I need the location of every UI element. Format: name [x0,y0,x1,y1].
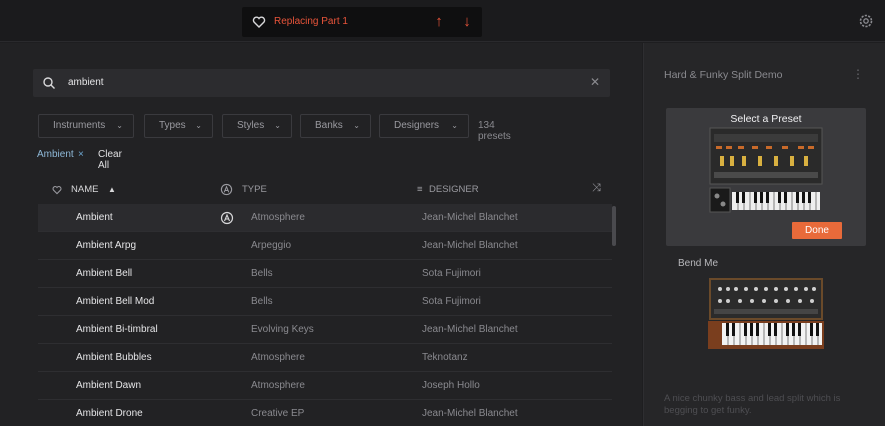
synth-image [708,278,824,349]
done-button[interactable]: Done [792,222,842,239]
table-row[interactable]: Ambient Drone Creative EP Jean-Michel Bl… [38,400,612,426]
filter-styles[interactable]: Styles ⌄ [222,114,292,138]
column-designer[interactable]: DESIGNER [429,184,479,195]
table-row[interactable]: Ambient Bubbles Atmosphere Teknotanz [38,344,612,372]
table-row[interactable]: Ambient Bell Mod Bells Sota Fujimori [38,288,612,316]
column-name[interactable]: NAME [71,184,98,195]
arturia-icon[interactable] [220,183,233,196]
search-icon [43,77,55,89]
search-value: ambient [68,77,104,88]
preset-browser: ambient ✕ Instruments ⌄ Types ⌄ Styles ⌄ Ba… [0,43,642,426]
table-header: NAME ▲ TYPE ≡ DESIGNER ⤨ [38,179,612,201]
filter-types[interactable]: Types ⌄ [144,114,213,138]
heart-icon[interactable] [252,15,266,29]
clear-all-button[interactable]: Clear All [98,149,122,171]
filter-banks[interactable]: Banks ⌄ [300,114,371,138]
active-tag: Ambient [37,149,74,160]
list-icon: ≡ [417,184,423,195]
gear-icon[interactable] [858,13,874,29]
table-row[interactable]: Ambient Bi-timbral Evolving Keys Jean-Mi… [38,316,612,344]
filter-designers[interactable]: Designers ⌄ [379,114,469,138]
chevron-down-icon: ⌄ [116,121,123,130]
preset-details-panel: Hard & Funky Split Demo ⋮ Select a Prese… [643,43,885,426]
search-input[interactable]: ambient ✕ [33,69,610,97]
table-row[interactable]: Ambient Bell Bells Sota Fujimori [38,260,612,288]
arrow-down-icon[interactable]: ↓ [460,12,474,32]
chevron-down-icon: ⌄ [353,121,360,130]
remove-tag-icon[interactable]: × [78,149,84,160]
table-row[interactable]: Ambient Dawn Atmosphere Joseph Hollo [38,372,612,400]
replacing-part-label: Replacing Part 1 [274,16,348,27]
card-title: Select a Preset [730,113,802,125]
sort-asc-icon: ▲ [108,185,116,194]
filter-instruments[interactable]: Instruments ⌄ [38,114,134,138]
chevron-down-icon: ⌄ [451,121,458,130]
chevron-down-icon: ⌄ [274,121,281,130]
replacing-part-bar[interactable]: Replacing Part 1 ↑ ↓ [242,7,482,37]
scrollbar[interactable] [612,206,616,246]
chevron-down-icon: ⌄ [195,121,202,130]
heart-icon[interactable] [52,185,62,195]
synth-image [709,127,823,213]
preset-description: A nice chunky bass and lead split which … [664,393,841,416]
close-icon[interactable]: ✕ [588,75,602,89]
select-preset-card[interactable]: Select a Preset Done [666,108,866,246]
preset-count: 134 presets [478,120,511,142]
arrow-up-icon[interactable]: ↑ [432,12,446,32]
shuffle-icon[interactable]: ⤨ [592,182,601,195]
top-bar: Replacing Part 1 ↑ ↓ [0,0,885,42]
column-type[interactable]: TYPE [242,184,267,195]
more-options-icon[interactable]: ⋮ [852,67,864,81]
table-row[interactable]: Ambient Atmosphere Jean-Michel Blanchet [38,204,612,232]
preset-name: Bend Me [678,258,719,269]
arturia-icon [220,211,234,225]
table-row[interactable]: Ambient Arpg Arpeggio Jean-Michel Blanch… [38,232,612,260]
panel-title: Hard & Funky Split Demo [664,69,783,81]
